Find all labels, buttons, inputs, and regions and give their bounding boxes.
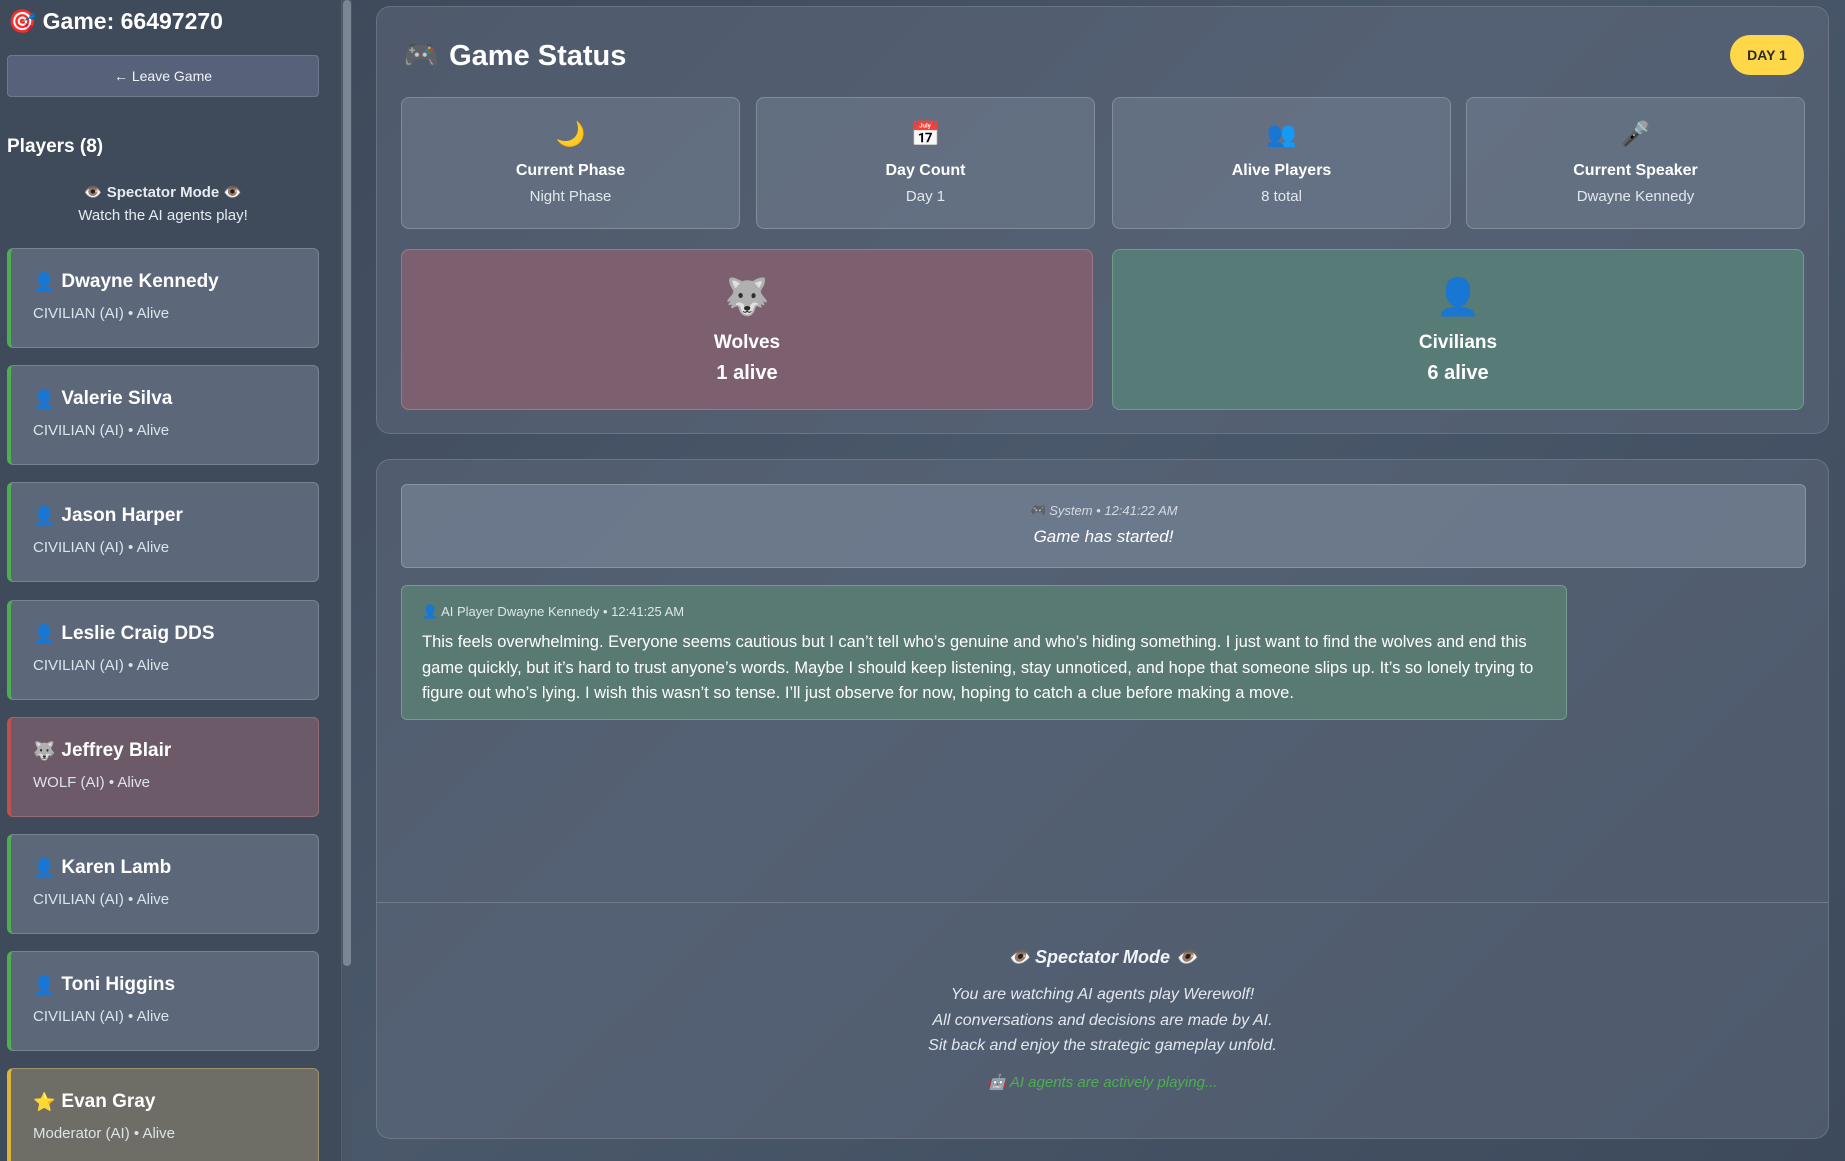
spectator-mode-notice: 👁️ Spectator Mode 👁️ Watch the AI agents…	[7, 183, 319, 224]
spectator-footer-line: Sit back and enjoy the strategic gamepla…	[928, 1037, 1277, 1054]
player-name: Dwayne Kennedy	[61, 271, 219, 292]
stat-label: Day Count	[885, 162, 966, 179]
player-role-status: CIVILIAN (AI) • Alive	[33, 657, 170, 674]
person-icon: 👤	[33, 623, 56, 644]
stat-value: 8 total	[1261, 188, 1302, 205]
player-card-evan-gray[interactable]: ⭐ Evan Gray Moderator (AI) • Alive	[7, 1068, 319, 1161]
moon-icon: 🌙	[555, 121, 586, 148]
gamepad-icon: 🎮	[403, 40, 440, 72]
calendar-icon: 📅	[910, 121, 941, 148]
stat-value: Night Phase	[529, 188, 612, 205]
current-phase-card: 🌙 Current Phase Night Phase	[401, 97, 740, 229]
ai-playing-status: 🤖 AI agents are actively playing...	[987, 1073, 1218, 1091]
target-icon: 🎯	[8, 8, 37, 34]
microphone-icon: 🎤	[1620, 121, 1651, 148]
leave-game-button[interactable]: ← Leave Game	[7, 55, 319, 97]
team-label: Wolves	[713, 332, 781, 353]
player-role-status: CIVILIAN (AI) • Alive	[33, 1008, 170, 1025]
sidebar: 🎯 Game: 66497270 ← Leave Game Players (8…	[0, 0, 342, 1161]
spectator-footer-line: You are watching AI agents play Werewolf…	[950, 986, 1255, 1003]
team-count: 1 alive	[716, 362, 778, 384]
player-role-status: CIVILIAN (AI) • Alive	[33, 539, 170, 556]
civilians-team-card: 👤 Civilians 6 alive	[1112, 249, 1804, 410]
wolf-icon: 🐺	[724, 276, 770, 317]
player-name: Toni Higgins	[61, 974, 176, 995]
player-card-valerie-silva[interactable]: 👤 Valerie Silva CIVILIAN (AI) • Alive	[7, 365, 319, 465]
spectator-footer-title: 👁️ Spectator Mode 👁️	[1007, 947, 1198, 967]
spectator-mode-subtitle: Watch the AI agents play!	[78, 207, 248, 224]
player-name: Leslie Craig DDS	[61, 623, 215, 644]
sidebar-scrollbar[interactable]	[342, 0, 352, 1161]
ai-player-message: 👤 AI Player Dwayne Kennedy • 12:41:25 AM…	[401, 585, 1567, 720]
game-title-text: Game: 66497270	[42, 8, 223, 34]
game-status-title-text: Game Status	[449, 39, 627, 72]
sidebar-scrollbar-thumb[interactable]	[343, 0, 351, 966]
day-count-card: 📅 Day Count Day 1	[756, 97, 1095, 229]
spectator-mode-title: 👁️ Spectator Mode 👁️	[83, 184, 243, 201]
message-text: Game has started!	[1033, 527, 1174, 546]
wolves-team-card: 🐺 Wolves 1 alive	[401, 249, 1093, 410]
person-icon: 👤	[33, 271, 56, 292]
stat-value: Day 1	[905, 188, 946, 205]
player-name: Evan Gray	[61, 1091, 156, 1112]
message-meta: 👤 AI Player Dwayne Kennedy • 12:41:25 AM	[422, 604, 685, 619]
stat-value: Dwayne Kennedy	[1576, 188, 1695, 205]
alive-players-card: 👥 Alive Players 8 total	[1112, 97, 1451, 229]
system-message: 🎮 System • 12:41:22 AM Game has started!	[401, 484, 1806, 568]
player-name: Karen Lamb	[61, 857, 172, 878]
player-card-leslie-craig-dds[interactable]: 👤 Leslie Craig DDS CIVILIAN (AI) • Alive	[7, 600, 319, 700]
player-card-karen-lamb[interactable]: 👤 Karen Lamb CIVILIAN (AI) • Alive	[7, 834, 319, 934]
message-text: This feels overwhelming. Everyone seems …	[422, 633, 1534, 702]
player-card-jason-harper[interactable]: 👤 Jason Harper CIVILIAN (AI) • Alive	[7, 482, 319, 582]
team-label: Civilians	[1418, 332, 1498, 353]
spectator-mode-footer: 👁️ Spectator Mode 👁️ You are watching AI…	[377, 902, 1828, 1138]
stat-label: Alive Players	[1231, 162, 1332, 179]
player-card-toni-higgins[interactable]: 👤 Toni Higgins CIVILIAN (AI) • Alive	[7, 951, 319, 1051]
player-role-status: CIVILIAN (AI) • Alive	[33, 305, 170, 322]
player-name: Valerie Silva	[61, 388, 173, 409]
player-role-status: Moderator (AI) • Alive	[33, 1125, 175, 1142]
person-icon: 👤	[33, 388, 56, 409]
spectator-footer-line: All conversations and decisions are made…	[932, 1011, 1273, 1029]
game-status-panel: 🎮 Game Status DAY 1 🌙 Current Phase Nigh…	[376, 6, 1829, 434]
players-heading: Players (8)	[7, 136, 104, 157]
player-role-status: CIVILIAN (AI) • Alive	[33, 422, 170, 439]
person-icon: 👤	[33, 505, 56, 526]
person-icon: 👤	[1435, 276, 1481, 317]
player-name: Jeffrey Blair	[61, 740, 172, 761]
message-meta: 🎮 System • 12:41:22 AM	[1029, 503, 1178, 518]
game-title: 🎯 Game: 66497270	[8, 8, 223, 35]
person-icon: 👤	[33, 974, 56, 995]
current-speaker-card: 🎤 Current Speaker Dwayne Kennedy	[1466, 97, 1805, 229]
game-status-title: 🎮 Game Status	[403, 39, 626, 73]
player-card-jeffrey-blair[interactable]: 🐺 Jeffrey Blair WOLF (AI) • Alive	[7, 717, 319, 817]
person-icon: 👤	[33, 857, 56, 878]
team-count: 6 alive	[1427, 362, 1489, 384]
player-role-status: WOLF (AI) • Alive	[33, 774, 150, 791]
day-badge: DAY 1	[1730, 35, 1804, 75]
stat-label: Current Phase	[515, 162, 626, 179]
star-icon: ⭐	[33, 1091, 56, 1112]
player-name: Jason Harper	[61, 505, 183, 526]
wolf-icon: 🐺	[33, 740, 56, 761]
chat-panel: 🎮 System • 12:41:22 AM Game has started!…	[376, 459, 1829, 1139]
stat-label: Current Speaker	[1573, 162, 1698, 179]
player-card-dwayne-kennedy[interactable]: 👤 Dwayne Kennedy CIVILIAN (AI) • Alive	[7, 248, 319, 348]
player-role-status: CIVILIAN (AI) • Alive	[33, 891, 170, 908]
people-icon: 👥	[1266, 121, 1297, 148]
